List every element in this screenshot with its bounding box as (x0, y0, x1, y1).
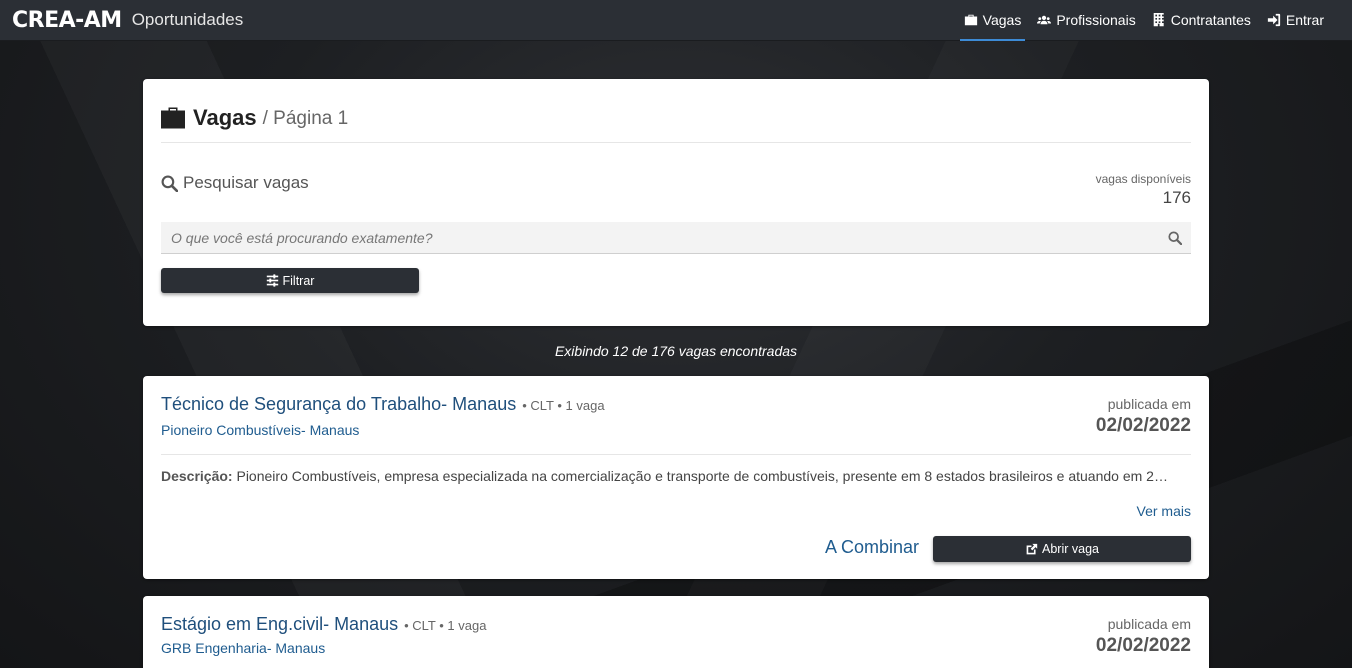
job-title-link[interactable]: Técnico de Segurança do Trabalho- Manaus (161, 394, 516, 415)
available-count: 176 (1162, 188, 1191, 207)
search-input[interactable] (161, 222, 1168, 253)
nav-vagas-label: Vagas (982, 12, 1022, 28)
search-heading: Pesquisar vagas (161, 173, 309, 193)
published-date: 02/02/2022 (1095, 415, 1191, 436)
building-icon (1153, 13, 1164, 27)
brand-logo[interactable]: CREA-AM (12, 8, 122, 33)
top-navbar: CREA-AM Oportunidades Vagas Profissionai… (0, 0, 1352, 41)
filter-button-label: Filtrar (282, 273, 315, 288)
published-label: publicada em (1107, 396, 1191, 412)
available-label: vagas disponíveis (1095, 172, 1191, 186)
sign-in-icon (1267, 13, 1280, 27)
external-link-icon (1026, 543, 1038, 554)
search-box (161, 222, 1191, 254)
open-job-button[interactable]: Abrir vaga (933, 536, 1191, 562)
nav-profissionais[interactable]: Profissionais (1029, 0, 1143, 41)
search-icon (161, 175, 178, 192)
description-text: Pioneiro Combustíveis, empresa especiali… (236, 468, 1169, 484)
search-icon[interactable] (1168, 230, 1182, 245)
nav-links: Vagas Profissionais Contratantes Entrar (956, 0, 1332, 41)
job-title-row: Estágio em Eng.civil- Manaus • CLT • 1 v… (161, 614, 486, 635)
nav-entrar[interactable]: Entrar (1259, 0, 1332, 41)
search-heading-label: Pesquisar vagas (183, 173, 309, 192)
page-header: Vagas / Página 1 (161, 99, 1191, 143)
job-title-link[interactable]: Estágio em Eng.civil- Manaus (161, 614, 398, 635)
job-card: Técnico de Segurança do Trabalho- Manaus… (143, 376, 1209, 579)
job-meta: • CLT • 1 vaga (404, 618, 487, 633)
job-description: Descrição: Pioneiro Combustíveis, empres… (161, 468, 1169, 484)
job-title-row: Técnico de Segurança do Trabalho- Manaus… (161, 394, 605, 415)
brand-subtitle: Oportunidades (131, 10, 244, 29)
page-title: Vagas (193, 104, 257, 130)
published-label: publicada em (1107, 616, 1191, 632)
see-more-link[interactable]: Ver mais (1137, 503, 1191, 519)
nav-entrar-label: Entrar (1285, 12, 1324, 28)
job-meta: • CLT • 1 vaga (522, 398, 605, 413)
description-label: Descrição: (161, 468, 233, 484)
briefcase-icon (964, 14, 977, 26)
published-date: 02/02/2022 (1095, 635, 1191, 656)
open-job-label: Abrir vaga (1042, 542, 1099, 556)
job-published: publicada em 02/02/2022 (1096, 396, 1191, 437)
nav-profissionais-label: Profissionais (1056, 12, 1136, 28)
page-subtitle: / Página 1 (262, 107, 349, 129)
filter-button[interactable]: Filtrar (161, 268, 419, 293)
briefcase-icon (161, 107, 185, 128)
nav-contratantes[interactable]: Contratantes (1144, 0, 1259, 41)
job-company-link[interactable]: GRB Engenharia- Manaus (161, 640, 325, 656)
users-icon (1037, 15, 1052, 25)
search-card: Vagas / Página 1 Pesquisar vagas vagas d… (143, 79, 1209, 326)
sliders-icon (266, 274, 278, 287)
job-card: Estágio em Eng.civil- Manaus • CLT • 1 v… (143, 596, 1209, 668)
job-salary: A Combinar (824, 537, 919, 557)
results-count: Exibindo 12 de 176 vagas encontradas (554, 343, 798, 359)
available-jobs: vagas disponíveis 176 (1096, 172, 1191, 208)
nav-contratantes-label: Contratantes (1170, 12, 1251, 28)
nav-vagas[interactable]: Vagas (956, 0, 1030, 41)
job-company-link[interactable]: Pioneiro Combustíveis- Manaus (161, 422, 359, 438)
divider (161, 454, 1191, 455)
job-published: publicada em 02/02/2022 (1096, 616, 1191, 657)
